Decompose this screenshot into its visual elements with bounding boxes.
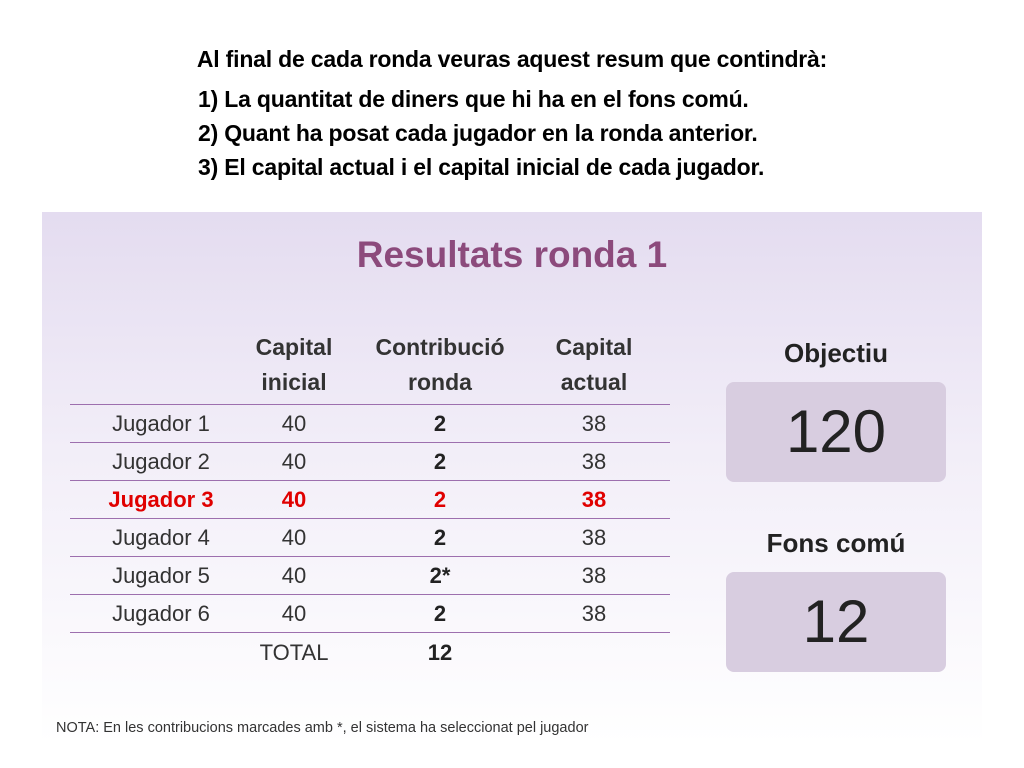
table-row: Jugador 6 40 2 38 xyxy=(70,594,670,632)
contribution-cell: 2* xyxy=(429,563,451,588)
results-panel: Resultats ronda 1 Capital inicial Contri… xyxy=(42,212,982,744)
initial-capital-cell: 40 xyxy=(281,449,307,474)
column-header-line: Capital xyxy=(555,334,633,360)
goal-label: Objectiu xyxy=(783,338,888,368)
initial-capital-cell: 40 xyxy=(281,487,307,512)
initial-capital-cell: 40 xyxy=(281,525,307,550)
pot-value-box: 12 xyxy=(726,572,946,672)
results-title: Resultats ronda 1 xyxy=(356,234,668,275)
intro-item-3: 3) El capital actual i el capital inicia… xyxy=(198,154,765,180)
column-header-current-capital: Capital actual xyxy=(530,330,658,400)
player-name: Jugador 4 xyxy=(112,525,210,550)
column-header-line: Contribució xyxy=(375,334,505,360)
current-capital-cell: 38 xyxy=(581,449,607,474)
column-header-line: Capital xyxy=(255,334,333,360)
intro-item-2: 2) Quant ha posat cada jugador en la ron… xyxy=(198,120,758,146)
pot-label: Fons comú xyxy=(766,528,906,558)
contribution-cell: 2 xyxy=(433,449,447,474)
current-capital-cell: 38 xyxy=(581,601,607,626)
player-name: Jugador 6 xyxy=(112,601,210,626)
player-name: Jugador 5 xyxy=(112,563,210,588)
total-label: TOTAL xyxy=(259,640,329,665)
current-capital-cell: 38 xyxy=(581,411,607,436)
player-name: Jugador 1 xyxy=(112,411,210,436)
contribution-cell: 2 xyxy=(433,525,447,550)
total-value: 12 xyxy=(427,640,453,665)
contribution-cell: 2 xyxy=(433,411,447,436)
contribution-cell: 2 xyxy=(433,601,447,626)
intro-heading: Al final de cada ronda veuras aquest res… xyxy=(196,46,828,72)
contribution-cell: 2 xyxy=(433,487,447,512)
player-name: Jugador 2 xyxy=(112,449,210,474)
initial-capital-cell: 40 xyxy=(281,411,307,436)
column-header-line: ronda xyxy=(408,369,472,395)
table-divider xyxy=(70,632,670,633)
goal-value-box: 120 xyxy=(726,382,946,482)
table-row: Jugador 1 40 2 38 xyxy=(70,404,670,442)
column-header-line: inicial xyxy=(261,369,327,395)
intro-item-1: 1) La quantitat de diners que hi ha en e… xyxy=(198,86,749,112)
total-row: TOTAL 12 xyxy=(70,634,670,672)
column-header-line: actual xyxy=(560,369,628,395)
initial-capital-cell: 40 xyxy=(281,563,307,588)
column-header-initial-capital: Capital inicial xyxy=(238,330,350,400)
current-capital-cell: 38 xyxy=(581,525,607,550)
column-header-contribution: Contribució ronda xyxy=(365,330,515,400)
table-row-current-player: Jugador 3 40 2 38 xyxy=(70,480,670,518)
initial-capital-cell: 40 xyxy=(281,601,307,626)
table-row: Jugador 4 40 2 38 xyxy=(70,518,670,556)
table-row: Jugador 5 40 2* 38 xyxy=(70,556,670,594)
current-capital-cell: 38 xyxy=(581,563,607,588)
footnote: NOTA: En les contribucions marcades amb … xyxy=(56,720,589,736)
current-capital-cell: 38 xyxy=(581,487,607,512)
player-name: Jugador 3 xyxy=(108,487,214,512)
table-row: Jugador 2 40 2 38 xyxy=(70,442,670,480)
